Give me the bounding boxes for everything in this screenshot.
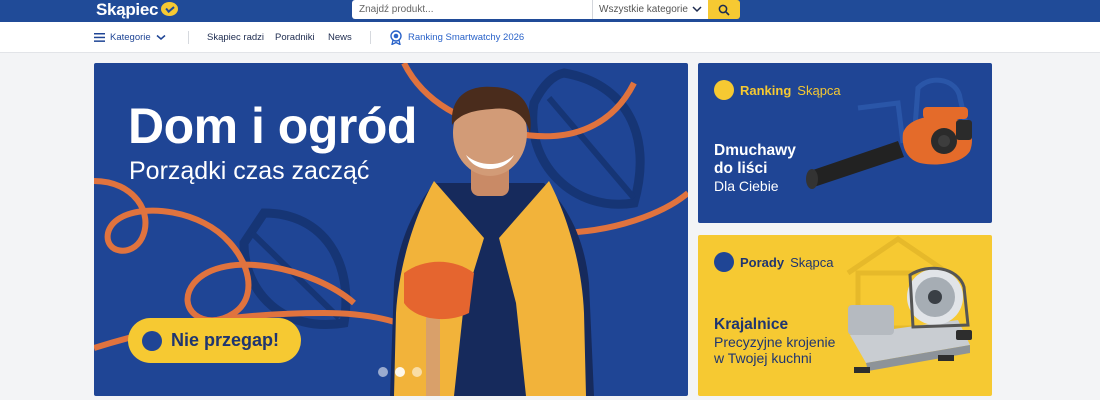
hero-cta-label: Nie przegap!	[171, 330, 280, 350]
chevron-down-icon	[692, 6, 702, 13]
hero-title: Dom i ogród	[128, 98, 417, 154]
categories-label: Kategorie	[110, 32, 151, 43]
ranking-label: Ranking Smartwatchy 2026	[408, 32, 525, 43]
carousel-dot-active[interactable]	[395, 367, 405, 377]
search-button[interactable]	[708, 0, 740, 19]
category-select[interactable]: Wszystkie kategorie	[592, 0, 708, 19]
card-text-line1: Dla Ciebie	[714, 177, 779, 194]
card-text-line2: w Twojej kuchni	[714, 349, 812, 366]
promo-card-porady[interactable]: Porady Skąpca Krajalnice Precyzyjne kroj…	[698, 235, 992, 396]
search-bar: Wszystkie kategorie	[352, 0, 740, 19]
hero-cta-button[interactable]: Nie przegap!	[128, 318, 302, 363]
carousel-dot[interactable]	[412, 367, 422, 377]
hamburger-icon	[94, 33, 105, 42]
card-header: Ranking Skąpca	[714, 80, 841, 100]
logo-text: Skąpiec	[96, 0, 159, 19]
card-head-strong: Ranking	[740, 82, 792, 98]
card-body: Dmuchawy do liści Dla Ciebie	[714, 142, 796, 194]
hero-subtitle: Porządki czas zacząć	[129, 157, 370, 185]
card-text-line1: Precyzyjne krojenie	[714, 333, 836, 350]
chevron-down-icon	[156, 34, 166, 40]
carousel-dots	[378, 367, 422, 377]
card-head-strong: Porady	[740, 254, 785, 270]
card-body: Krajalnice Precyzyjne krojenie w Twojej …	[714, 316, 835, 366]
search-input[interactable]	[352, 0, 592, 19]
nav-divider	[188, 31, 189, 44]
card-head-light: Skąpca	[790, 254, 834, 270]
carousel-dot[interactable]	[378, 367, 388, 377]
award-icon	[390, 30, 402, 45]
card-title-line2: do liści	[714, 159, 768, 177]
top-header: Skąpiec Wszystkie kategorie	[0, 0, 1100, 22]
nav-link-news[interactable]: News	[328, 22, 352, 53]
logo-badge-icon	[161, 2, 179, 16]
categories-menu-button[interactable]: Kategorie	[94, 22, 166, 53]
nav-link-skapiec-radzi[interactable]: Skąpiec radzi	[207, 22, 264, 53]
hero-banner[interactable]: Dom i ogród Porządki czas zacząć Nie prz…	[94, 63, 688, 396]
nav-link-ranking[interactable]: Ranking Smartwatchy 2026	[389, 22, 524, 53]
category-select-value: Wszystkie kategorie	[599, 4, 688, 15]
card-title-line1: Dmuchawy	[714, 142, 796, 159]
card-header: Porady Skąpca	[714, 252, 833, 272]
card-dot-icon	[714, 252, 734, 272]
nav-link-poradniki[interactable]: Poradniki	[275, 22, 315, 53]
nav-divider	[370, 31, 371, 44]
card-head-light: Skąpca	[797, 82, 841, 98]
site-logo[interactable]: Skąpiec	[96, 0, 179, 20]
promo-card-ranking[interactable]: Ranking Skąpca Dmuchawy do liści Dla Cie…	[698, 63, 992, 223]
card-title-line1: Krajalnice	[714, 316, 789, 333]
main-nav: Kategorie Skąpiec radzi Poradniki News R…	[0, 22, 1100, 53]
card-dot-icon	[714, 80, 734, 100]
search-icon	[718, 4, 730, 16]
cta-dot-icon	[142, 330, 162, 351]
